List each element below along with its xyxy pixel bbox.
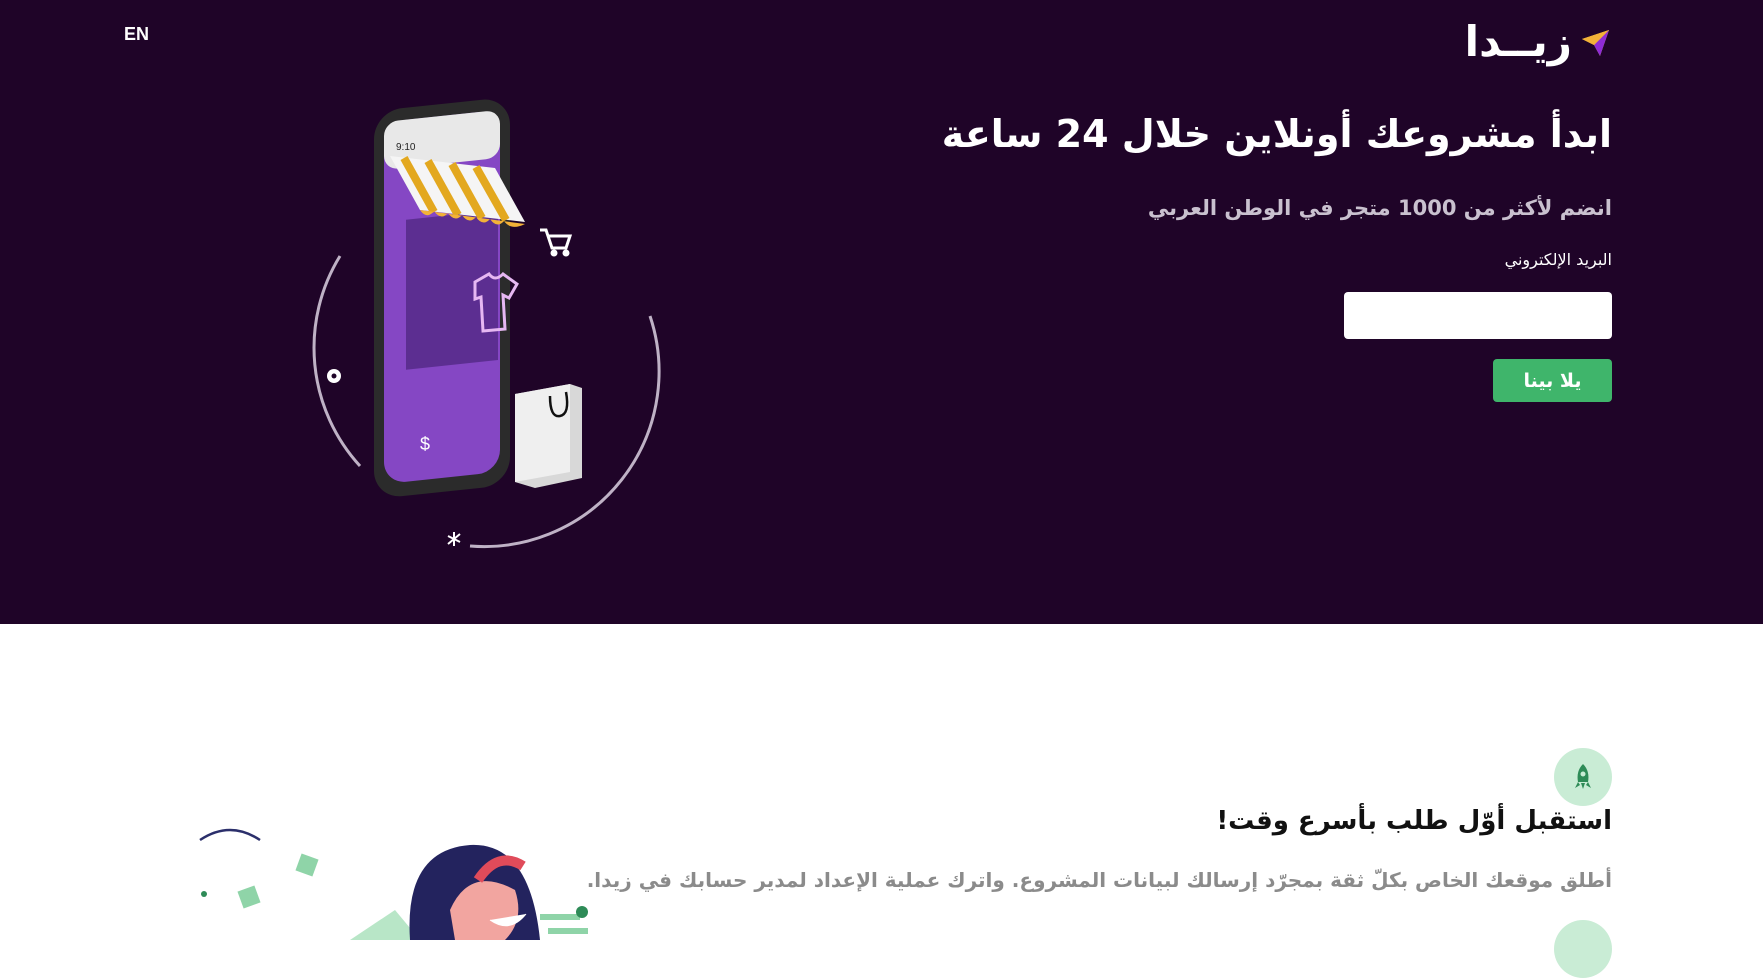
shopping-bag-icon xyxy=(515,384,582,488)
language-toggle[interactable]: EN xyxy=(124,24,149,45)
hero-title: ابدأ مشروعك أونلاين خلال 24 ساعة xyxy=(941,112,1612,156)
rocket-icon xyxy=(1575,764,1591,789)
feature-icon-badge xyxy=(1554,748,1612,806)
sparkle-icon xyxy=(447,532,461,546)
woman-confetti-illustration xyxy=(199,828,588,940)
second-feature-icon-badge xyxy=(1554,920,1612,978)
email-label: البريد الإلكتروني xyxy=(1504,250,1612,269)
hero-section: EN زيــدا ابدأ مشروعك أونلاين خلال 24 سا… xyxy=(0,0,1763,624)
hero-subtitle: انضم لأكثر من 1000 متجر في الوطن العربي xyxy=(1147,196,1612,220)
logo-text: زيــدا xyxy=(1464,17,1572,66)
phone-store-illustration: 9:10 $ xyxy=(312,99,661,549)
svg-text:$: $ xyxy=(420,434,430,454)
get-started-button[interactable]: يلا بينا xyxy=(1493,359,1612,402)
phone-time: 9:10 xyxy=(396,142,416,153)
email-field[interactable] xyxy=(1344,292,1612,339)
paper-plane-logo-icon xyxy=(1582,30,1609,56)
logo[interactable]: زيــدا xyxy=(1465,18,1612,66)
feature-title: استقبل أوّل طلب بأسرع وقت! xyxy=(1216,806,1612,836)
feature-description: أطلق موقعك الخاص بكلّ ثقة بمجرّد إرسالك … xyxy=(586,868,1612,892)
shopping-cart-icon xyxy=(540,228,573,257)
